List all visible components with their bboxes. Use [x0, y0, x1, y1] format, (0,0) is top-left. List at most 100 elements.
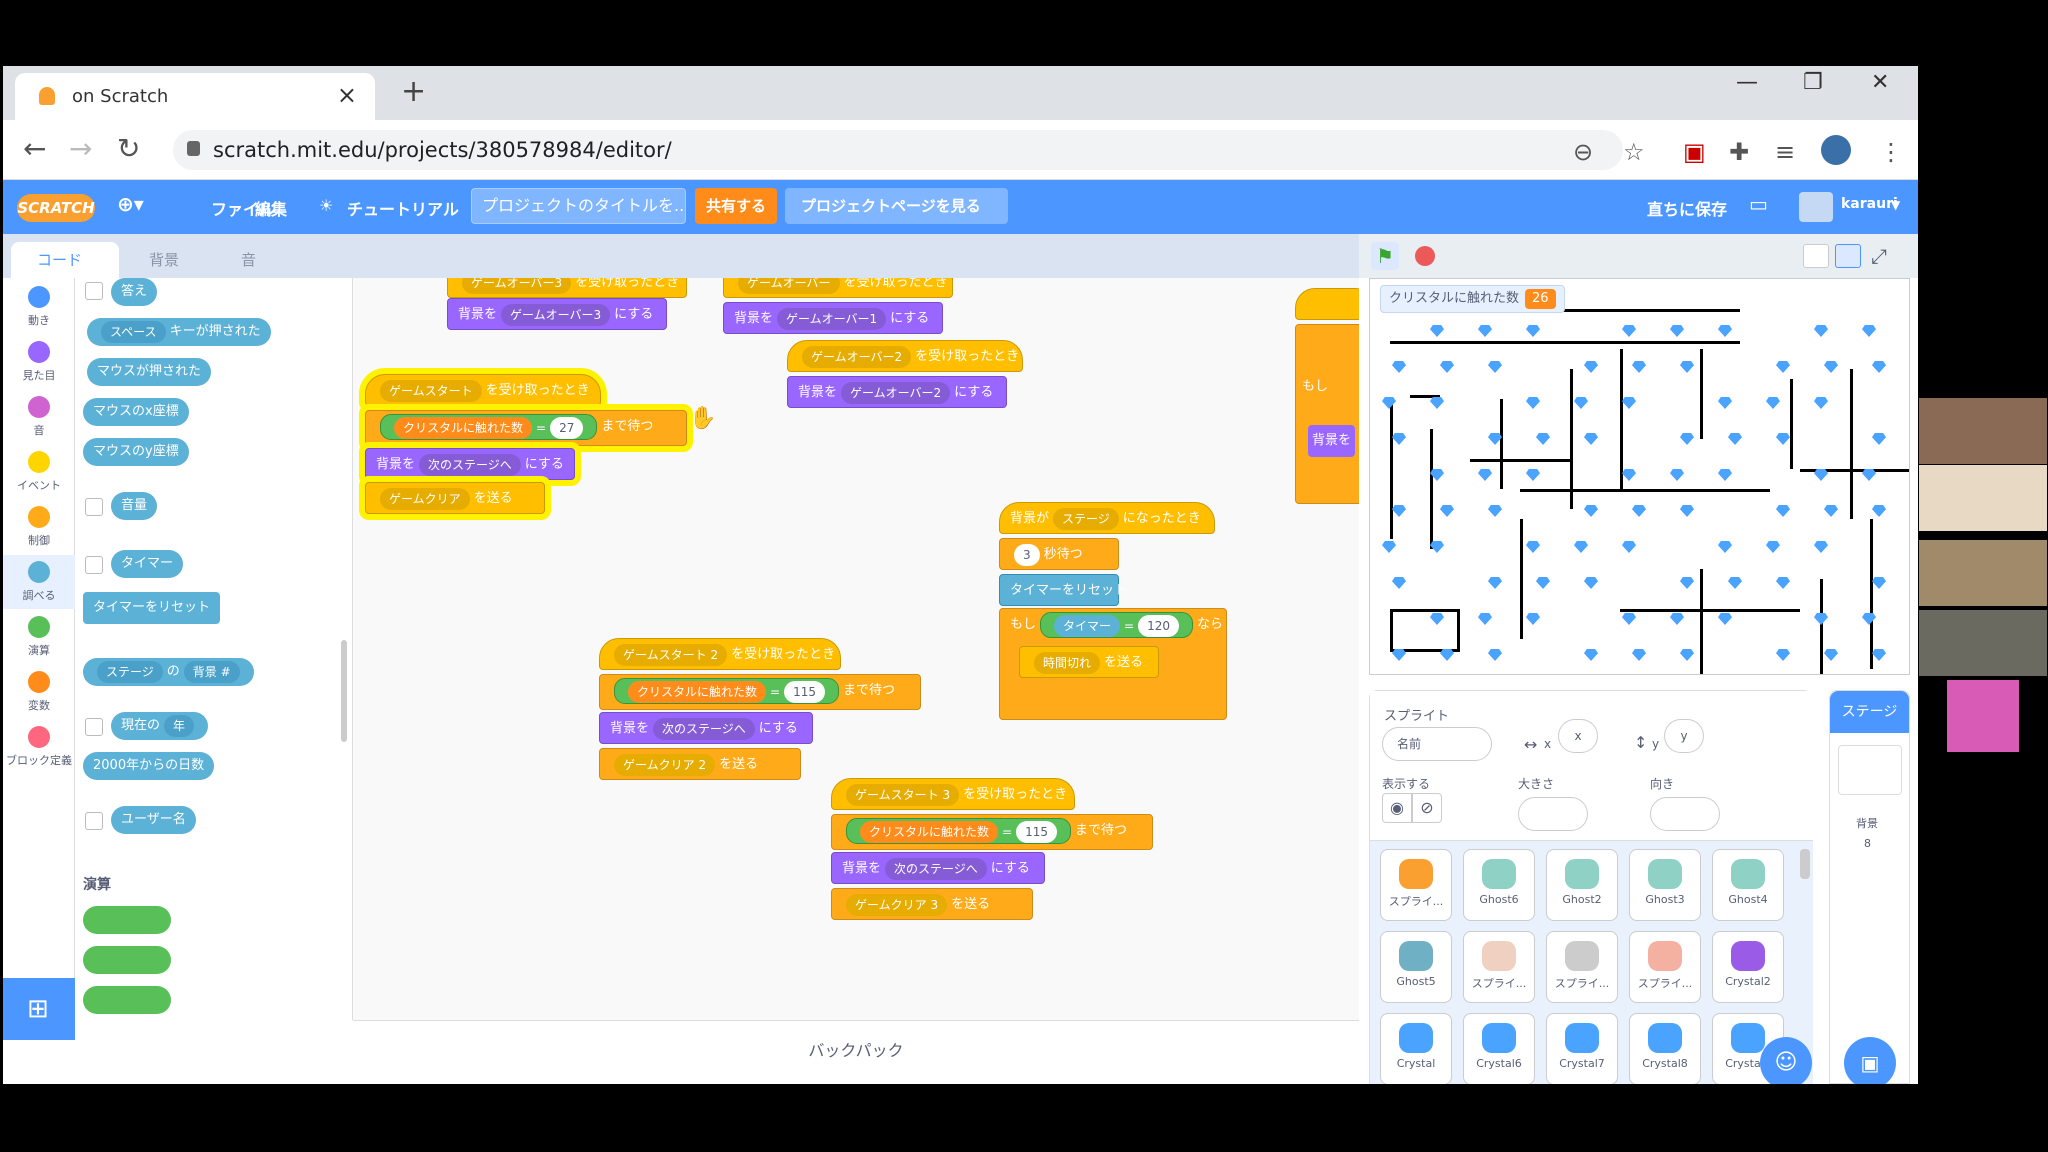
backdrop-of-block[interactable]: ステージの背景 #	[83, 658, 254, 686]
profile-avatar[interactable]	[1821, 135, 1851, 165]
when-receive-block[interactable]: ゲームスタート 2 を受け取ったとき	[599, 638, 841, 670]
hide-eye-icon[interactable]: ⊘	[1412, 793, 1442, 823]
username-block[interactable]: ユーザー名	[111, 806, 196, 834]
loudness-checkbox[interactable]	[85, 498, 103, 516]
username-checkbox[interactable]	[85, 812, 103, 830]
large-stage-icon[interactable]	[1835, 244, 1861, 268]
when-receive-block[interactable]: ゲームスタート を受け取ったとき	[365, 374, 601, 406]
fullscreen-icon[interactable]: ⤢	[1871, 244, 1887, 268]
reset-timer-block[interactable]: タイマーをリセット	[999, 574, 1127, 606]
wait-until-block[interactable]: クリスタルに触れた数 = 115 まで待つ	[831, 814, 1153, 850]
y-input[interactable]: y	[1664, 719, 1704, 753]
tab-backdrops[interactable]: 背景	[123, 242, 211, 278]
switch-backdrop-block[interactable]: 背景を ゲームオーバー1 にする	[723, 302, 943, 334]
reset-timer-block[interactable]: タイマーをリセット	[83, 592, 221, 624]
address-bar[interactable]: scratch.mit.edu/projects/380578984/edito…	[173, 130, 1623, 170]
timer-block[interactable]: タイマー	[111, 550, 184, 578]
media-icon[interactable]: ≡	[1775, 138, 1795, 166]
x-input[interactable]: x	[1558, 719, 1598, 753]
wait-until-block[interactable]: クリスタルに触れた数 = 27 まで待つ	[365, 410, 687, 446]
zoom-icon[interactable]: ⊖	[1573, 138, 1593, 166]
stop-icon[interactable]	[1415, 246, 1435, 266]
restore-icon[interactable]: ❐	[1803, 70, 1823, 95]
broadcast-block[interactable]: ゲームクリア 2 を送る	[599, 748, 801, 780]
edit-menu[interactable]: 編集	[255, 196, 287, 220]
category-0[interactable]: 動き	[3, 286, 75, 328]
sprite-tile[interactable]: Ghost4	[1712, 849, 1784, 921]
when-backdrop-switches-block[interactable]: 背景が ステージ になったとき	[999, 502, 1215, 534]
sprite-tile[interactable]: Ghost2	[1546, 849, 1618, 921]
backpack[interactable]: バックパック	[353, 1020, 1359, 1084]
timer-checkbox[interactable]	[85, 556, 103, 574]
category-7[interactable]: 変数	[3, 671, 75, 713]
share-button[interactable]: 共有する	[695, 188, 777, 224]
mouse-y-block[interactable]: マウスのy座標	[83, 438, 189, 466]
category-1[interactable]: 見た目	[3, 341, 75, 383]
wait-until-block[interactable]: クリスタルに触れた数 = 115 まで待つ	[599, 674, 921, 710]
add-backdrop-icon[interactable]: ▣	[1844, 1037, 1896, 1084]
control-block-partial[interactable]: もし 背景を	[1295, 324, 1359, 504]
sprite-tile[interactable]: Crystal2	[1712, 931, 1784, 1003]
palette-scrollbar[interactable]	[341, 640, 347, 742]
close-tab-icon[interactable]: ×	[337, 81, 357, 109]
show-eye-icon[interactable]: ◉	[1382, 793, 1412, 823]
green-flag-icon[interactable]: ⚑	[1371, 242, 1399, 270]
sprite-tile[interactable]: Crystal6	[1463, 1013, 1535, 1084]
sprite-tile[interactable]: Crystal	[1380, 1013, 1452, 1084]
save-now-button[interactable]: 直ちに保存	[1647, 196, 1727, 220]
chrome-menu-icon[interactable]: ⋮	[1879, 138, 1903, 166]
minimize-icon[interactable]: —	[1736, 70, 1758, 95]
extensions-puzzle-icon[interactable]: ✚	[1729, 138, 1749, 166]
tab-sounds[interactable]: 音	[215, 242, 291, 278]
category-4[interactable]: 制御	[3, 506, 75, 548]
sprite-name-input[interactable]: 名前	[1382, 727, 1492, 761]
sprite-tile[interactable]: Crystal8	[1629, 1013, 1701, 1084]
when-receive-block[interactable]: ゲームスタート 3 を受け取ったとき	[831, 778, 1075, 810]
username-menu[interactable]: karauri	[1841, 196, 1898, 212]
when-receive-block[interactable]: ゲームオーバー を受け取ったとき	[723, 278, 953, 298]
add-sprite-icon[interactable]: ☺	[1760, 1037, 1812, 1084]
sprite-tile[interactable]: スプライ...	[1380, 849, 1452, 921]
switch-backdrop-block[interactable]: 背景を ゲームオーバー2 にする	[787, 376, 1007, 408]
tab-code[interactable]: コード	[11, 242, 119, 278]
switch-backdrop-block[interactable]: 背景を ゲームオーバー3 にする	[447, 298, 667, 330]
mouse-down-block[interactable]: マウスが押された	[87, 358, 212, 386]
stage-canvas[interactable]: クリスタルに触れた数 26	[1369, 278, 1910, 675]
subtract-operator-block[interactable]	[83, 946, 171, 974]
key-pressed-block[interactable]: スペース キーが押された	[87, 318, 271, 346]
sprite-tile[interactable]: Crystal7	[1546, 1013, 1618, 1084]
direction-input[interactable]	[1650, 797, 1720, 831]
sprite-tile[interactable]: スプライ...	[1546, 931, 1618, 1003]
new-tab-icon[interactable]: +	[401, 74, 426, 109]
broadcast-block[interactable]: ゲームクリア を送る	[365, 482, 545, 514]
browser-tab[interactable]: on Scratch ×	[15, 73, 375, 120]
loudness-block[interactable]: 音量	[111, 492, 158, 520]
scratch-logo[interactable]: SCRATCH	[17, 194, 95, 222]
sprite-tile[interactable]: Ghost5	[1380, 931, 1452, 1003]
category-8[interactable]: ブロック定義	[3, 726, 75, 768]
broadcast-block[interactable]: 時間切れ を送る	[1019, 646, 1159, 678]
switch-backdrop-block[interactable]: 背景を 次のステージへ にする	[599, 712, 813, 744]
user-avatar[interactable]	[1799, 192, 1833, 222]
small-stage-icon[interactable]	[1803, 244, 1829, 268]
extension-icon[interactable]: ▣	[1683, 138, 1706, 166]
sprite-list-scrollbar[interactable]	[1800, 849, 1810, 879]
when-receive-block-partial[interactable]	[1295, 288, 1359, 320]
answer-block[interactable]: 答え	[111, 278, 158, 306]
my-stuff-folder-icon[interactable]: ▭	[1749, 192, 1768, 216]
current-checkbox[interactable]	[85, 718, 103, 736]
answer-checkbox[interactable]	[85, 282, 103, 300]
sprite-tile[interactable]: スプライ...	[1629, 931, 1701, 1003]
wait-seconds-block[interactable]: 3 秒待つ	[999, 538, 1119, 570]
forward-icon[interactable]: →	[69, 132, 92, 165]
stage-target-pane[interactable]: ステージ 背景 8 ▣	[1829, 690, 1910, 1084]
language-globe-icon[interactable]: ⊕▾	[117, 192, 144, 216]
see-project-page-button[interactable]: プロジェクトページを見る	[785, 188, 1008, 224]
category-5[interactable]: 調べる	[3, 555, 75, 609]
add-operator-block[interactable]	[83, 906, 171, 934]
account-chevron-down-icon[interactable]: ▼	[1891, 198, 1900, 212]
tutorial-menu[interactable]: チュートリアル	[347, 196, 459, 220]
crystal-count-monitor[interactable]: クリスタルに触れた数 26	[1380, 285, 1565, 313]
sprite-tile[interactable]: スプライ...	[1463, 931, 1535, 1003]
category-3[interactable]: イベント	[3, 451, 75, 493]
